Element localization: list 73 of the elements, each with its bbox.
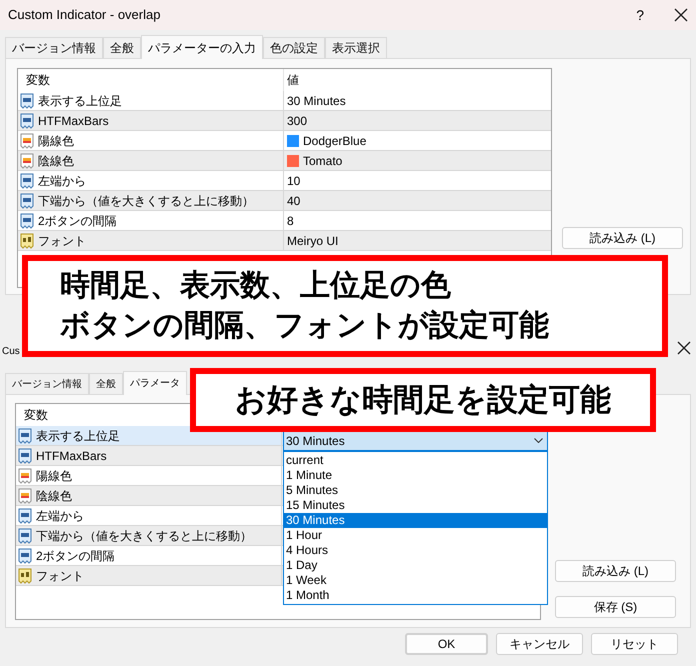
parameter-value: 40 xyxy=(287,192,300,210)
dropdown-option[interactable]: 30 Minutes xyxy=(284,513,547,528)
table-row[interactable]: 2ボタンの間隔 8 xyxy=(18,211,551,231)
parameter-name: 表示する上位足 xyxy=(36,428,120,444)
color-type-icon xyxy=(18,488,32,504)
chevron-icon xyxy=(534,438,543,443)
parameter-value: 30 Minutes xyxy=(287,92,346,110)
color-type-icon xyxy=(20,152,34,168)
parameter-name: 表示する上位足 xyxy=(38,92,122,110)
table-row[interactable]: HTFMaxBars 300 xyxy=(18,111,551,131)
number-type-icon xyxy=(18,508,32,524)
callout-text: ボタンの間隔、フォントが設定可能 xyxy=(60,308,550,344)
parameter-name: 下端から（値を大きくすると上に移動） xyxy=(36,528,252,544)
parameter-value: Meiryo UI xyxy=(287,232,338,250)
button[interactable]: キャンセル xyxy=(496,633,583,655)
tab[interactable]: パラメーターの入力 xyxy=(141,35,263,59)
parameter-name: 左端から xyxy=(38,172,86,190)
parameter-value: 8 xyxy=(287,212,294,230)
table-row[interactable]: フォント Meiryo UI xyxy=(18,231,551,251)
button[interactable]: リセット xyxy=(591,633,678,655)
number-type-icon xyxy=(20,92,34,108)
parameter-name: 2ボタンの間隔 xyxy=(38,212,117,230)
parameter-name: 陰線色 xyxy=(36,488,72,504)
tab[interactable]: 全般 xyxy=(89,373,123,394)
column-header: 値 xyxy=(286,72,299,89)
parameter-name: 下端から（値を大きくすると上に移動） xyxy=(38,192,254,210)
color-type-icon xyxy=(18,468,32,484)
number-type-icon xyxy=(20,112,34,128)
table-row[interactable]: 下端から（値を大きくすると上に移動） 40 xyxy=(18,191,551,211)
button[interactable]: 読み込み (L) xyxy=(562,227,683,249)
window-title: Cus xyxy=(2,344,21,358)
button[interactable]: 読み込み (L) xyxy=(555,560,676,582)
parameter-name: 陽線色 xyxy=(38,132,74,150)
number-type-icon xyxy=(18,548,32,564)
parameter-name: HTFMaxBars xyxy=(36,448,107,464)
parameter-value: DodgerBlue xyxy=(303,132,366,150)
dropdown-option[interactable]: 1 Month xyxy=(284,588,547,603)
parameter-name: 2ボタンの間隔 xyxy=(36,548,115,564)
text-type-icon xyxy=(20,232,34,248)
number-type-icon xyxy=(18,448,32,464)
number-type-icon xyxy=(20,172,34,188)
tab[interactable]: バージョン情報 xyxy=(5,373,89,394)
button[interactable]: OK xyxy=(405,633,488,655)
parameter-name: 左端から xyxy=(36,508,84,524)
parameter-name: HTFMaxBars xyxy=(38,112,109,130)
help-button[interactable]: ? xyxy=(636,4,644,26)
parameter-name: 陽線色 xyxy=(36,468,72,484)
tab[interactable]: パラメータ xyxy=(123,371,187,395)
tab[interactable]: 全般 xyxy=(103,37,141,58)
tab[interactable]: 表示選択 xyxy=(325,37,387,58)
dropdown[interactable]: 30 Minutes xyxy=(283,430,548,451)
tab[interactable]: 色の設定 xyxy=(263,37,325,58)
parameter-name: フォント xyxy=(36,568,84,584)
color-type-icon xyxy=(20,132,34,148)
text-type-icon xyxy=(18,568,32,584)
close-icon[interactable] xyxy=(674,8,688,22)
parameter-value: 300 xyxy=(287,112,308,130)
parameter-value: 10 xyxy=(287,172,300,190)
number-type-icon xyxy=(20,192,34,208)
button[interactable]: 保存 (S) xyxy=(555,596,676,618)
table-row[interactable]: 陽線色 DodgerBlue xyxy=(18,131,551,151)
callout-text: 時間足、表示数、上位足の色 xyxy=(60,268,452,304)
parameter-value: Tomato xyxy=(303,152,342,170)
number-type-icon xyxy=(20,212,34,228)
tab[interactable]: バージョン情報 xyxy=(5,37,103,58)
table-row[interactable]: 左端から 10 xyxy=(18,171,551,191)
number-type-icon xyxy=(18,528,32,544)
table-row[interactable]: 表示する上位足 30 Minutes xyxy=(18,91,551,111)
close-icon[interactable] xyxy=(677,341,691,355)
parameter-name: 陰線色 xyxy=(38,152,74,170)
parameter-name: フォント xyxy=(38,232,86,250)
table-row[interactable]: 陰線色 Tomato xyxy=(18,151,551,171)
window-title: Custom Indicator - overlap xyxy=(8,6,162,24)
